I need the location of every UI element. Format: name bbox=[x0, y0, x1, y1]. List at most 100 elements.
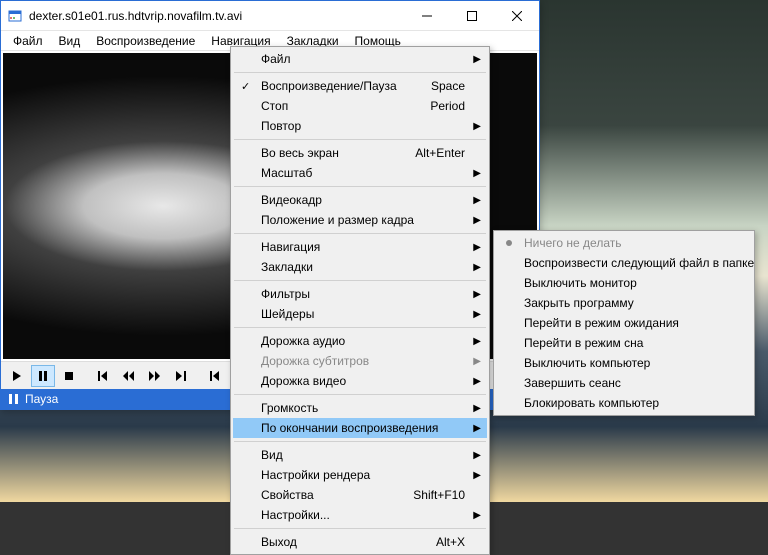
submenu-arrow-icon: ▶ bbox=[473, 470, 481, 481]
close-button[interactable] bbox=[494, 1, 539, 30]
ctx-main-item-18[interactable]: Дорожка аудио▶ bbox=[233, 331, 487, 351]
ctx-main-item-22[interactable]: Громкость ▶ bbox=[233, 398, 487, 418]
ctx-main-separator bbox=[234, 139, 486, 140]
ctx-main-item-16[interactable]: Шейдеры▶ bbox=[233, 304, 487, 324]
ctx-after-item-2[interactable]: Выключить монитор bbox=[496, 273, 752, 293]
ctx-main-item-12[interactable]: Навигация ▶ bbox=[233, 237, 487, 257]
ctx-after-item-6[interactable]: Выключить компьютер bbox=[496, 353, 752, 373]
ctx-main-label: Положение и размер кадра bbox=[261, 213, 414, 227]
submenu-arrow-icon: ▶ bbox=[473, 510, 481, 521]
ctx-after-item-8[interactable]: Блокировать компьютер bbox=[496, 393, 752, 413]
ctx-after-label: Выключить компьютер bbox=[524, 356, 650, 370]
ctx-main-label: Настройки... bbox=[261, 508, 330, 522]
ctx-main-label: Повтор bbox=[261, 119, 301, 133]
ctx-main-item-30[interactable]: Выход Alt+X bbox=[233, 532, 487, 552]
submenu-arrow-icon: ▶ bbox=[473, 289, 481, 300]
play-button[interactable] bbox=[5, 365, 29, 387]
ctx-after-label: Выключить монитор bbox=[524, 276, 637, 290]
ctx-main-item-20[interactable]: Дорожка видео▶ bbox=[233, 371, 487, 391]
ctx-main-separator bbox=[234, 441, 486, 442]
ctx-main-label: Закладки bbox=[261, 260, 313, 274]
radio-icon bbox=[506, 240, 512, 246]
pause-button[interactable] bbox=[31, 365, 55, 387]
ctx-main-label: Громкость bbox=[261, 401, 318, 415]
ctx-after-label: Перейти в режим ожидания bbox=[524, 316, 679, 330]
ctx-main-label: Во весь экран bbox=[261, 146, 339, 160]
ctx-after-label: Воспроизвести следующий файл в папке bbox=[524, 256, 754, 270]
submenu-arrow-icon: ▶ bbox=[473, 356, 481, 367]
ctx-main-label: Навигация bbox=[261, 240, 320, 254]
ctx-main-item-19[interactable]: Дорожка субтитров ▶ bbox=[233, 351, 487, 371]
minimize-button[interactable] bbox=[404, 1, 449, 30]
ctx-after-label: Завершить сеанс bbox=[524, 376, 621, 390]
status-label: Пауза bbox=[25, 392, 58, 406]
ctx-main-label: Видеокадр bbox=[261, 193, 322, 207]
ctx-main-separator bbox=[234, 394, 486, 395]
ctx-main-item-0[interactable]: Файл▶ bbox=[233, 49, 487, 69]
ctx-main-item-27[interactable]: Свойства Shift+F10 bbox=[233, 485, 487, 505]
ctx-main-label: Воспроизведение/Пауза bbox=[261, 79, 397, 93]
shortcut-label: Shift+F10 bbox=[413, 488, 465, 502]
ctx-main-item-2[interactable]: ✓Воспроизведение/ПаузаSpace bbox=[233, 76, 487, 96]
ctx-main-item-28[interactable]: Настройки... ▶ bbox=[233, 505, 487, 525]
submenu-arrow-icon: ▶ bbox=[473, 423, 481, 434]
submenu-arrow-icon: ▶ bbox=[473, 54, 481, 65]
titlebar[interactable]: dexter.s01e01.rus.hdtvrip.novafilm.tv.av… bbox=[1, 1, 539, 31]
ctx-main-item-23[interactable]: По окончании воспроизведения ▶ bbox=[233, 418, 487, 438]
ctx-after-item-5[interactable]: Перейти в режим сна bbox=[496, 333, 752, 353]
ctx-main-label: Фильтры bbox=[261, 287, 310, 301]
ctx-main-item-13[interactable]: Закладки ▶ bbox=[233, 257, 487, 277]
frame-back-button[interactable] bbox=[203, 365, 227, 387]
shortcut-label: Alt+X bbox=[436, 535, 465, 549]
ctx-after-item-4[interactable]: Перейти в режим ожидания bbox=[496, 313, 752, 333]
ctx-main-item-25[interactable]: Вид▶ bbox=[233, 445, 487, 465]
rewind-button[interactable] bbox=[117, 365, 141, 387]
ctx-after-item-1[interactable]: Воспроизвести следующий файл в папке bbox=[496, 253, 752, 273]
ctx-main-item-7[interactable]: Масштаб▶ bbox=[233, 163, 487, 183]
ctx-main-separator bbox=[234, 528, 486, 529]
forward-button[interactable] bbox=[143, 365, 167, 387]
ctx-after-item-3[interactable]: Закрыть программу bbox=[496, 293, 752, 313]
status-icon bbox=[7, 392, 21, 406]
skip-forward-button[interactable] bbox=[169, 365, 193, 387]
submenu-arrow-icon: ▶ bbox=[473, 215, 481, 226]
ctx-after-label: Закрыть программу bbox=[524, 296, 634, 310]
ctx-main-label: Дорожка субтитров bbox=[261, 354, 369, 368]
ctx-after-item-0[interactable]: Ничего не делать bbox=[496, 233, 752, 253]
ctx-main-item-3[interactable]: Стоп Period bbox=[233, 96, 487, 116]
skip-back-button[interactable] bbox=[91, 365, 115, 387]
ctx-main-item-9[interactable]: Видеокадр▶ bbox=[233, 190, 487, 210]
ctx-main-label: По окончании воспроизведения bbox=[261, 421, 438, 435]
ctx-after-label: Ничего не делать bbox=[524, 236, 622, 250]
ctx-main-separator bbox=[234, 327, 486, 328]
maximize-button[interactable] bbox=[449, 1, 494, 30]
ctx-main-label: Дорожка видео bbox=[261, 374, 346, 388]
submenu-arrow-icon: ▶ bbox=[473, 450, 481, 461]
context-menu-main: Файл▶ ✓Воспроизведение/ПаузаSpace Стоп Peri… bbox=[230, 46, 490, 555]
ctx-after-item-7[interactable]: Завершить сеанс bbox=[496, 373, 752, 393]
submenu-arrow-icon: ▶ bbox=[473, 121, 481, 132]
ctx-main-label: Выход bbox=[261, 535, 297, 549]
ctx-main-item-10[interactable]: Положение и размер кадра ▶ bbox=[233, 210, 487, 230]
ctx-main-item-4[interactable]: Повтор ▶ bbox=[233, 116, 487, 136]
ctx-main-item-26[interactable]: Настройки рендера▶ bbox=[233, 465, 487, 485]
shortcut-label: Period bbox=[430, 99, 465, 113]
menu-view[interactable]: Вид bbox=[51, 32, 89, 50]
menu-file[interactable]: Файл bbox=[5, 32, 51, 50]
ctx-main-item-6[interactable]: Во весь экранAlt+Enter bbox=[233, 143, 487, 163]
ctx-after-label: Перейти в режим сна bbox=[524, 336, 643, 350]
submenu-arrow-icon: ▶ bbox=[473, 242, 481, 253]
menu-playback[interactable]: Воспроизведение bbox=[88, 32, 203, 50]
window-title: dexter.s01e01.rus.hdtvrip.novafilm.tv.av… bbox=[29, 9, 404, 23]
ctx-after-label: Блокировать компьютер bbox=[524, 396, 659, 410]
ctx-main-label: Стоп bbox=[261, 99, 288, 113]
submenu-arrow-icon: ▶ bbox=[473, 262, 481, 273]
submenu-arrow-icon: ▶ bbox=[473, 403, 481, 414]
ctx-main-label: Свойства bbox=[261, 488, 314, 502]
ctx-main-separator bbox=[234, 280, 486, 281]
submenu-arrow-icon: ▶ bbox=[473, 336, 481, 347]
ctx-main-label: Шейдеры bbox=[261, 307, 314, 321]
ctx-main-item-15[interactable]: Фильтры ▶ bbox=[233, 284, 487, 304]
ctx-main-separator bbox=[234, 233, 486, 234]
stop-button[interactable] bbox=[57, 365, 81, 387]
